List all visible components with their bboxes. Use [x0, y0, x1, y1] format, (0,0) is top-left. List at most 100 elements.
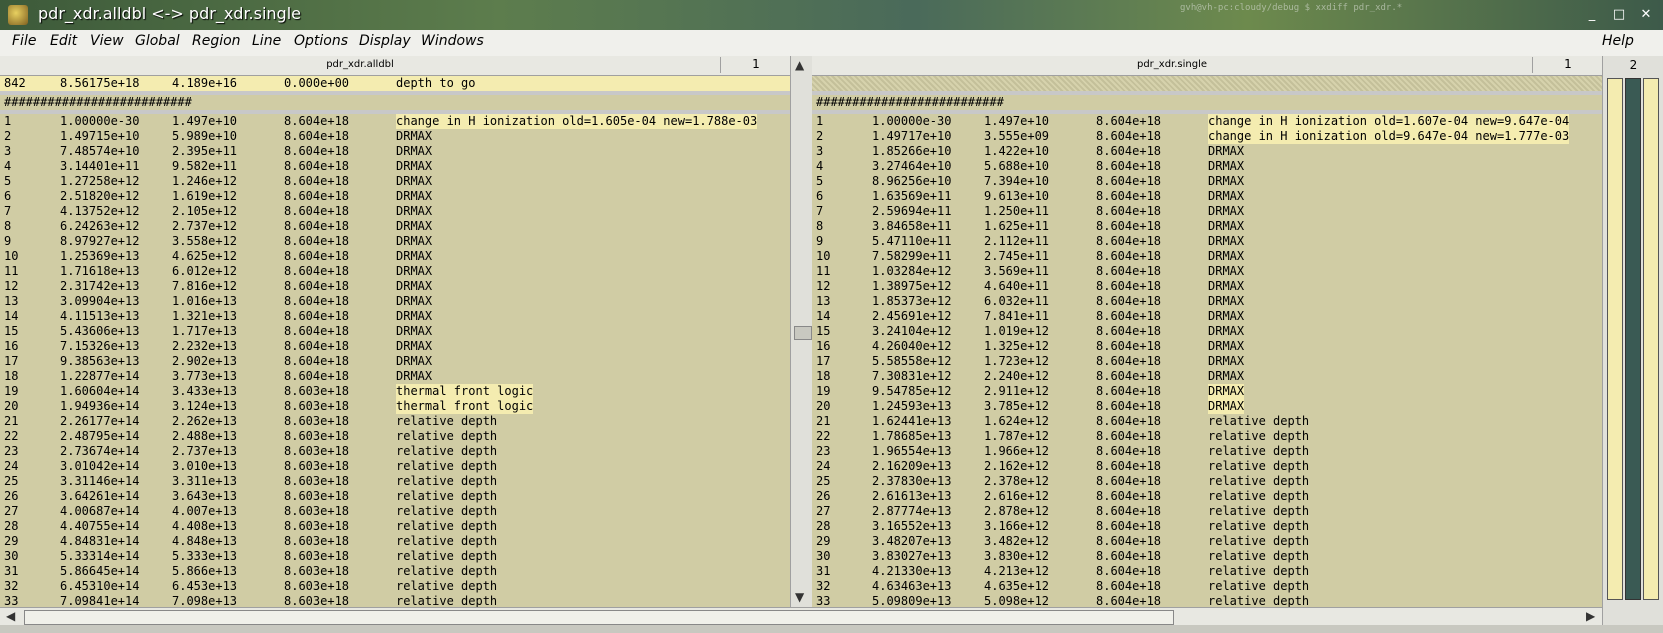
diff-row[interactable]: 17 9.38563e+13 2.902e+13 8.604e+18 DRMAX	[0, 354, 790, 369]
diff-row[interactable]: 20 1.24593e+13 3.785e+12 8.604e+18 DRMAX	[812, 399, 1602, 414]
diff-row[interactable]: 25 3.31146e+14 3.311e+13 8.603e+18 relative …	[0, 474, 790, 489]
diff-row[interactable]: 5 8.96256e+10 7.394e+10 8.604e+18 DRMAX	[812, 174, 1602, 189]
right-first-row[interactable]	[812, 76, 1602, 91]
diff-row[interactable]: 5 1.27258e+12 1.246e+12 8.604e+18 DRMAX	[0, 174, 790, 189]
diff-row[interactable]: 22 1.78685e+13 1.787e+12 8.604e+18 relative …	[812, 429, 1602, 444]
diff-row[interactable]: 14 2.45691e+12 7.841e+11 8.604e+18 DRMAX	[812, 309, 1602, 324]
diff-row[interactable]: 31 4.21330e+13 4.213e+12 8.604e+18 relative …	[812, 564, 1602, 579]
diff-row[interactable]: 16 4.26040e+12 1.325e+12 8.604e+18 DRMAX	[812, 339, 1602, 354]
diff-row[interactable]: 19 1.60604e+14 3.433e+13 8.603e+18 thermal f…	[0, 384, 790, 399]
diff-row[interactable]: 19 9.54785e+12 2.911e+12 8.604e+18 DRMAX	[812, 384, 1602, 399]
diff-row[interactable]: 30 3.83027e+13 3.830e+12 8.604e+18 relative …	[812, 549, 1602, 564]
scroll-thumb[interactable]	[794, 326, 812, 340]
diff-row[interactable]: 29 4.84831e+14 4.848e+13 8.603e+18 relative …	[0, 534, 790, 549]
minimize-button[interactable]: _	[1583, 6, 1601, 24]
diff-row[interactable]: 13 1.85373e+12 6.032e+11 8.604e+18 DRMAX	[812, 294, 1602, 309]
horizontal-scroll-thumb[interactable]	[24, 610, 1174, 625]
diff-row[interactable]: 16 7.15326e+13 2.232e+13 8.604e+18 DRMAX	[0, 339, 790, 354]
diff-row[interactable]: 14 4.11513e+13 1.321e+13 8.604e+18 DRMAX	[0, 309, 790, 324]
diff-row[interactable]: 30 5.33314e+14 5.333e+13 8.603e+18 relative …	[0, 549, 790, 564]
diff-row[interactable]: 28 4.40755e+14 4.408e+13 8.603e+18 relative …	[0, 519, 790, 534]
diff-row[interactable]: 24 3.01042e+14 3.010e+13 8.603e+18 relative …	[0, 459, 790, 474]
diff-row[interactable]: 17 5.58558e+12 1.723e+12 8.604e+18 DRMAX	[812, 354, 1602, 369]
diff-row[interactable]: 1 1.00000e-30 1.497e+10 8.604e+18 change in …	[0, 114, 790, 129]
diff-row[interactable]: 7 4.13752e+12 2.105e+12 8.604e+18 DRMAX	[0, 204, 790, 219]
right-diff-pane[interactable]: pdr_xdr.single 1 #######################…	[812, 56, 1602, 607]
diff-row[interactable]: 18 1.22877e+14 3.773e+13 8.604e+18 DRMAX	[0, 369, 790, 384]
line-number: 2	[4, 129, 12, 143]
overview-panel[interactable]: 2	[1602, 56, 1663, 625]
diff-row[interactable]: 29 3.48207e+13 3.482e+12 8.604e+18 relative …	[812, 534, 1602, 549]
diff-row[interactable]: 32 4.63463e+13 4.635e+12 8.604e+18 relative …	[812, 579, 1602, 594]
maximize-button[interactable]: □	[1610, 6, 1628, 24]
diff-row[interactable]: 27 2.87774e+13 2.878e+12 8.604e+18 relative …	[812, 504, 1602, 519]
vertical-scrollbar[interactable]: ▲ ▼	[790, 56, 814, 607]
menu-view[interactable]: View	[90, 33, 124, 49]
diff-row[interactable]: 1 1.00000e-30 1.497e+10 8.604e+18 change in …	[812, 114, 1602, 129]
menu-file[interactable]: File	[12, 33, 36, 49]
hash-row[interactable]: ##########################	[812, 95, 1602, 110]
cell: 8.604e+18	[1096, 129, 1162, 143]
menu-display[interactable]: Display	[359, 33, 411, 49]
left-first-row[interactable]: 842 8.56175e+18 4.189e+16 0.000e+00 dept…	[0, 76, 790, 91]
diff-row[interactable]: 15 5.43606e+13 1.717e+13 8.604e+18 DRMAX	[0, 324, 790, 339]
menu-global[interactable]: Global	[135, 33, 180, 49]
horizontal-scrollbar[interactable]: ◀ ▶	[0, 607, 1602, 626]
hash-row[interactable]: ##########################	[0, 95, 790, 110]
diff-row[interactable]: 26 3.64261e+14 3.643e+13 8.603e+18 relative …	[0, 489, 790, 504]
right-filename: pdr_xdr.single	[1136, 59, 1208, 70]
diff-row[interactable]: 12 1.38975e+12 4.640e+11 8.604e+18 DRMAX	[812, 279, 1602, 294]
diff-row[interactable]: 26 2.61613e+13 2.616e+12 8.604e+18 relative …	[812, 489, 1602, 504]
diff-row[interactable]: 18 7.30831e+12 2.240e+12 8.604e+18 DRMAX	[812, 369, 1602, 384]
diff-row[interactable]: 28 3.16552e+13 3.166e+12 8.604e+18 relative …	[812, 519, 1602, 534]
diff-row[interactable]: 20 1.94936e+14 3.124e+13 8.603e+18 thermal f…	[0, 399, 790, 414]
overview-right-bar[interactable]	[1643, 78, 1659, 600]
scroll-up-icon[interactable]: ▲	[795, 58, 804, 72]
diff-row[interactable]: 4 3.14401e+11 9.582e+11 8.604e+18 DRMAX	[0, 159, 790, 174]
diff-row[interactable]: 23 2.73674e+14 2.737e+13 8.603e+18 relative …	[0, 444, 790, 459]
diff-row[interactable]: 12 2.31742e+13 7.816e+12 8.604e+18 DRMAX	[0, 279, 790, 294]
diff-row[interactable]: 2 1.49715e+10 5.989e+10 8.604e+18 DRMAX	[0, 129, 790, 144]
diff-row[interactable]: 33 5.09809e+13 5.098e+12 8.604e+18 relative …	[812, 594, 1602, 607]
diff-row[interactable]: 6 2.51820e+12 1.619e+12 8.604e+18 DRMAX	[0, 189, 790, 204]
diff-row[interactable]: 2 1.49717e+10 3.555e+09 8.604e+18 change in …	[812, 129, 1602, 144]
menu-windows[interactable]: Windows	[421, 33, 484, 49]
menu-help[interactable]: Help	[1602, 33, 1634, 49]
diff-row[interactable]: 24 2.16209e+13 2.162e+12 8.604e+18 relative …	[812, 459, 1602, 474]
diff-row[interactable]: 10 1.25369e+13 4.625e+12 8.604e+18 DRMAX	[0, 249, 790, 264]
diff-row[interactable]: 3 1.85266e+10 1.422e+10 8.604e+18 DRMAX	[812, 144, 1602, 159]
diff-row[interactable]: 9 5.47110e+11 2.112e+11 8.604e+18 DRMAX	[812, 234, 1602, 249]
diff-row[interactable]: 11 1.03284e+12 3.569e+11 8.604e+18 DRMAX	[812, 264, 1602, 279]
title-bar[interactable]: pdr_xdr.alldbl <-> pdr_xdr.single gvh@vh…	[0, 0, 1663, 30]
diff-row[interactable]: 8 6.24263e+12 2.737e+12 8.604e+18 DRMAX	[0, 219, 790, 234]
scroll-left-icon[interactable]: ◀	[6, 609, 15, 623]
diff-row[interactable]: 10 7.58299e+11 2.745e+11 8.604e+18 DRMAX	[812, 249, 1602, 264]
diff-row[interactable]: 13 3.09904e+13 1.016e+13 8.604e+18 DRMAX	[0, 294, 790, 309]
diff-row[interactable]: 7 2.59694e+11 1.250e+11 8.604e+18 DRMAX	[812, 204, 1602, 219]
menu-options[interactable]: Options	[294, 33, 348, 49]
left-diff-pane[interactable]: pdr_xdr.alldbl 1 842 8.56175e+18 4.189e+…	[0, 56, 790, 607]
overview-left-bar[interactable]	[1607, 78, 1623, 600]
diff-row[interactable]: 33 7.09841e+14 7.098e+13 8.603e+18 relative …	[0, 594, 790, 607]
diff-row[interactable]: 4 3.27464e+10 5.688e+10 8.604e+18 DRMAX	[812, 159, 1602, 174]
diff-row[interactable]: 23 1.96554e+13 1.966e+12 8.604e+18 relative …	[812, 444, 1602, 459]
diff-row[interactable]: 15 3.24104e+12 1.019e+12 8.604e+18 DRMAX	[812, 324, 1602, 339]
scroll-right-icon[interactable]: ▶	[1586, 609, 1595, 623]
diff-row[interactable]: 8 3.84658e+11 1.625e+11 8.604e+18 DRMAX	[812, 219, 1602, 234]
diff-row[interactable]: 31 5.86645e+14 5.866e+13 8.603e+18 relative …	[0, 564, 790, 579]
diff-row[interactable]: 32 6.45310e+14 6.453e+13 8.603e+18 relative …	[0, 579, 790, 594]
diff-row[interactable]: 25 2.37830e+13 2.378e+12 8.604e+18 relative …	[812, 474, 1602, 489]
diff-row[interactable]: 27 4.00687e+14 4.007e+13 8.603e+18 relative …	[0, 504, 790, 519]
menu-region[interactable]: Region	[192, 33, 241, 49]
diff-row[interactable]: 9 8.97927e+12 3.558e+12 8.604e+18 DRMAX	[0, 234, 790, 249]
diff-row[interactable]: 22 2.48795e+14 2.488e+13 8.603e+18 relative …	[0, 429, 790, 444]
diff-row[interactable]: 3 7.48574e+10 2.395e+11 8.604e+18 DRMAX	[0, 144, 790, 159]
diff-row[interactable]: 6 1.63569e+11 9.613e+10 8.604e+18 DRMAX	[812, 189, 1602, 204]
diff-row[interactable]: 21 1.62441e+13 1.624e+12 8.604e+18 relative …	[812, 414, 1602, 429]
diff-row[interactable]: 11 1.71618e+13 6.012e+12 8.604e+18 DRMAX	[0, 264, 790, 279]
diff-row[interactable]: 21 2.26177e+14 2.262e+13 8.603e+18 relative …	[0, 414, 790, 429]
menu-edit[interactable]: Edit	[50, 33, 77, 49]
close-button[interactable]: ✕	[1637, 6, 1655, 24]
scroll-down-icon[interactable]: ▼	[795, 590, 804, 604]
menu-line[interactable]: Line	[252, 33, 281, 49]
